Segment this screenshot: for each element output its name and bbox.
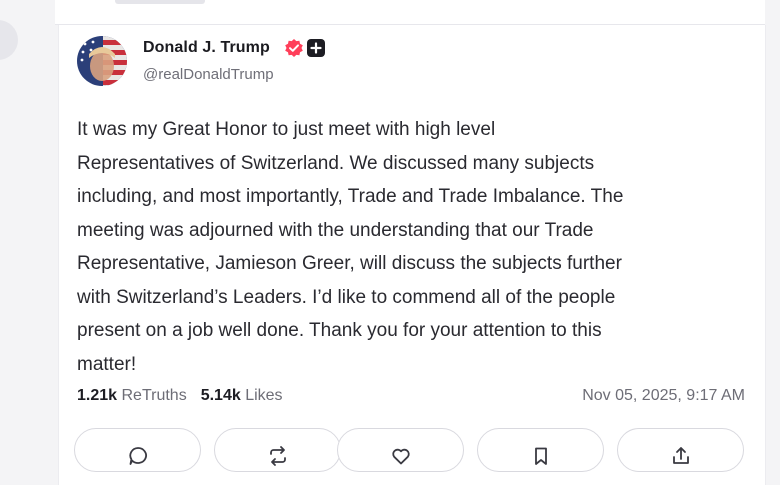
post-timestamp[interactable]: Nov 05, 2025, 9:17 AM [582,387,745,405]
bookmark-icon [534,447,547,465]
side-nav-button[interactable] [0,20,18,60]
reply-button[interactable] [74,428,201,472]
like-button[interactable] [337,428,464,472]
previous-post-remnant [115,0,205,4]
verified-badge-icon [284,38,304,58]
likes-stat[interactable]: 5.14k Likes [201,387,283,404]
comment-icon [128,447,147,465]
retruth-button[interactable] [214,428,341,472]
likes-count: 5.14k [200,387,241,404]
repost-icon [269,446,286,466]
post-text: It was my Great Honor to just meet with … [77,119,624,375]
avatar[interactable] [77,36,127,86]
share-button[interactable] [617,428,744,472]
likes-label: Likes [245,387,283,404]
post-stats: 1.21k ReTruths 5.14k Likes [77,387,283,405]
retruths-count: 1.21k [77,387,118,404]
share-icon [672,447,689,464]
bookmark-button[interactable] [477,428,604,472]
retruths-label: ReTruths [121,387,187,404]
post-actions [74,428,754,472]
author-handle[interactable]: @realDonaldTrump [143,66,274,83]
previous-post-edge [55,0,765,25]
plus-badge-icon [307,39,325,57]
heart-icon [391,448,410,465]
post-card: Donald J. Trump @realDonaldTrump It was … [58,25,766,485]
author-name[interactable]: Donald J. Trump [143,39,270,57]
retruths-stat[interactable]: 1.21k ReTruths [77,387,187,404]
